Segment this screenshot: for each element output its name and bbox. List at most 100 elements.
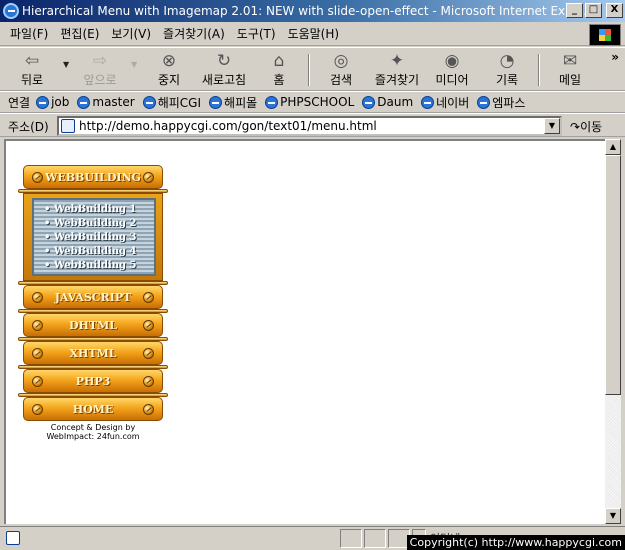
menu-item-php3[interactable]: PHP3 (23, 369, 163, 393)
rivet-icon (143, 376, 154, 387)
address-url: http://demo.happycgi.com/gon/text01/menu… (79, 119, 377, 133)
link-label: master (92, 95, 135, 109)
home-icon: ⌂ (273, 51, 285, 71)
submenu-item-webbuilding-4[interactable]: • WebBuilding 4 (38, 245, 150, 259)
favorites-label: 즐겨찾기 (374, 73, 420, 87)
window-controls: _ □ X (566, 3, 623, 18)
address-bar: 주소(D) http://demo.happycgi.com/gon/text0… (0, 113, 625, 137)
forward-dropdown-icon[interactable]: ▼ (131, 60, 137, 69)
media-button[interactable]: ◉ 미디어 (431, 50, 473, 90)
back-arrow-icon: ⇦ (24, 51, 40, 71)
scroll-thumb[interactable] (605, 155, 621, 395)
menu-label: HOME (72, 402, 114, 416)
menu-item-javascript[interactable]: JAVASCRIPT (23, 285, 163, 309)
menu-item-dhtml[interactable]: DHTML (23, 313, 163, 337)
link-daum[interactable]: Daum (362, 95, 413, 109)
rivet-icon (32, 172, 43, 183)
link-label: job (51, 95, 70, 109)
submenu-item-webbuilding-2[interactable]: • WebBuilding 2 (38, 217, 150, 231)
ie-logo-icon (3, 3, 19, 19)
history-label: 기록 (495, 73, 519, 87)
stop-button[interactable]: ⊗ 중지 (148, 50, 190, 90)
copyright-watermark: Copyright(c) http://www.happycgi.com (406, 535, 625, 550)
go-button[interactable]: ↷이동 (570, 118, 602, 135)
windows-flag-icon (589, 24, 621, 46)
rivet-icon (32, 292, 43, 303)
rivet-icon (143, 172, 154, 183)
menu-item-xhtml[interactable]: XHTML (23, 341, 163, 365)
link-naver[interactable]: 네이버 (421, 94, 469, 111)
maximize-button[interactable]: □ (585, 3, 602, 18)
status-cell (340, 529, 362, 548)
menu-item-webbuilding[interactable]: WEBBUILDING (23, 165, 163, 189)
home-button[interactable]: ⌂ 홈 (262, 50, 296, 90)
rivet-icon (32, 348, 43, 359)
ie-page-icon (36, 95, 50, 109)
back-button[interactable]: ⇦ 뒤로 (10, 50, 54, 90)
mail-button[interactable]: ✉ 메일 (550, 50, 590, 90)
ie-page-icon (142, 95, 156, 109)
link-label: PHPSCHOOL (280, 95, 355, 109)
refresh-button[interactable]: ↻ 새로고침 (195, 50, 253, 90)
rivet-icon (143, 320, 154, 331)
favorites-button[interactable]: ✦ 즐겨찾기 (367, 50, 427, 90)
submenu-plate: • WebBuilding 1 • WebBuilding 2 • WebBui… (32, 198, 156, 276)
page-icon (61, 119, 75, 133)
menu-label: JAVASCRIPT (54, 290, 132, 304)
scroll-up-icon[interactable]: ▲ (605, 139, 621, 155)
history-button[interactable]: ◔ 기록 (486, 50, 528, 90)
scroll-down-icon[interactable]: ▼ (605, 508, 621, 524)
imagemap-menu: WEBBUILDING • WebBuilding 1 • WebBuildin… (18, 165, 168, 441)
rivet-icon (143, 404, 154, 415)
rivet-icon (32, 320, 43, 331)
menu-view[interactable]: 보기(V) (111, 25, 151, 42)
ie-page-icon (209, 95, 223, 109)
search-icon: ◎ (333, 51, 349, 71)
submenu-item-webbuilding-3[interactable]: • WebBuilding 3 (38, 231, 150, 245)
media-icon: ◉ (444, 51, 460, 71)
forward-button[interactable]: ⇨ 앞으로 (78, 50, 122, 90)
link-label: 해피몰 (224, 95, 258, 110)
address-dropdown-icon[interactable]: ▼ (544, 118, 560, 134)
ie-page-icon (362, 95, 376, 109)
back-dropdown-icon[interactable]: ▼ (63, 60, 69, 69)
ie-page-icon (421, 95, 435, 109)
ie-page-icon (77, 95, 91, 109)
link-label: 엠파스 (492, 95, 526, 110)
rivet-icon (143, 292, 154, 303)
menu-item-home[interactable]: HOME (23, 397, 163, 421)
minimize-button[interactable]: _ (566, 3, 583, 18)
link-empas[interactable]: 엠파스 (477, 94, 525, 111)
search-label: 검색 (329, 73, 353, 87)
menu-label: DHTML (68, 318, 118, 332)
link-job[interactable]: job (36, 95, 69, 109)
menu-credit: Concept & Design by WebImpact: 24fun.com (18, 423, 168, 441)
submenu-item-webbuilding-5[interactable]: • WebBuilding 5 (38, 259, 150, 273)
submenu-panel: • WebBuilding 1 • WebBuilding 2 • WebBui… (23, 193, 163, 281)
close-button[interactable]: X (606, 3, 623, 18)
link-happycgi[interactable]: 해피CGI (142, 94, 201, 111)
vertical-scrollbar[interactable]: ▲ ▼ (605, 139, 621, 524)
links-label: 연결 (8, 95, 31, 110)
search-button[interactable]: ◎ 검색 (320, 50, 362, 90)
menu-tools[interactable]: 도구(T) (237, 25, 276, 42)
submenu-item-webbuilding-1[interactable]: • WebBuilding 1 (38, 203, 150, 217)
menu-help[interactable]: 도움말(H) (288, 25, 340, 42)
menu-favorites[interactable]: 즐겨찾기(A) (163, 25, 225, 42)
rivet-icon (32, 404, 43, 415)
stop-icon: ⊗ (161, 51, 177, 71)
mail-label: 메일 (558, 73, 582, 87)
link-label: Daum (377, 95, 414, 109)
page-status-icon (6, 531, 20, 545)
toolbar-more-icon[interactable]: » (611, 50, 619, 64)
link-master[interactable]: master (77, 95, 135, 109)
menu-edit[interactable]: 편집(E) (60, 25, 99, 42)
address-input[interactable]: http://demo.happycgi.com/gon/text01/menu… (57, 116, 562, 136)
menu-file[interactable]: 파일(F) (10, 25, 48, 42)
link-happymall[interactable]: 해피몰 (209, 94, 257, 111)
favorites-icon: ✦ (389, 51, 405, 71)
link-label: 네이버 (436, 95, 470, 110)
link-phpschool[interactable]: PHPSCHOOL (265, 95, 354, 109)
home-label: 홈 (273, 73, 285, 87)
title-bar: Hierarchical Menu with Imagemap 2.01: NE… (0, 0, 625, 22)
